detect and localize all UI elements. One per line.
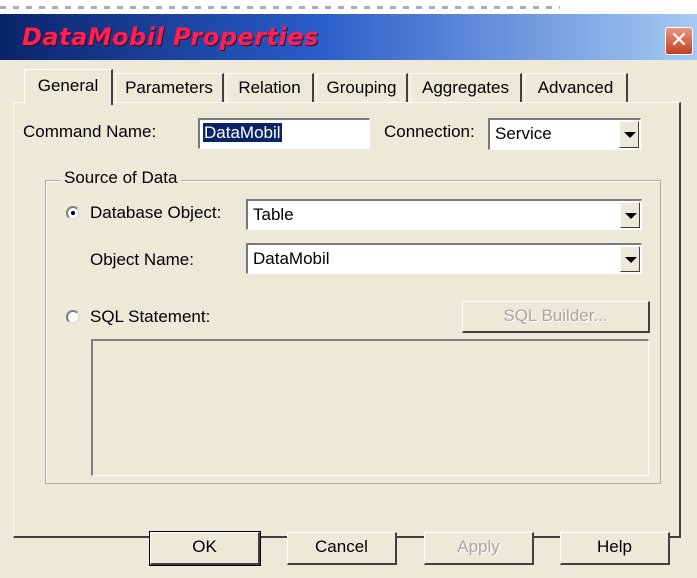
tab-general[interactable]: General bbox=[24, 69, 113, 105]
title-bar[interactable]: DataMobil Properties ✕ bbox=[0, 14, 697, 60]
help-label: Help bbox=[597, 537, 632, 556]
database-object-radio[interactable] bbox=[66, 206, 80, 220]
database-object-label: Database Object: bbox=[90, 203, 222, 222]
ok-label: OK bbox=[192, 537, 217, 556]
tab-parameters-label: Parameters bbox=[125, 78, 213, 97]
background-window-content bbox=[0, 6, 560, 9]
ok-button[interactable]: OK bbox=[149, 531, 261, 566]
source-of-data-legend: Source of Data bbox=[60, 168, 182, 188]
sql-builder-label: SQL Builder... bbox=[503, 306, 608, 325]
chevron-down-icon[interactable] bbox=[620, 202, 640, 228]
tab-relation[interactable]: Relation bbox=[226, 73, 314, 103]
tab-grouping-label: Grouping bbox=[326, 78, 397, 97]
background-window-strip bbox=[0, 0, 697, 14]
connection-select[interactable]: Service bbox=[488, 118, 641, 150]
object-name-value: DataMobil bbox=[253, 249, 330, 268]
tab-aggregates-label: Aggregates bbox=[422, 78, 509, 97]
apply-button[interactable]: Apply bbox=[424, 532, 534, 565]
database-object-value: Table bbox=[253, 205, 294, 224]
window-title: DataMobil Properties bbox=[22, 23, 319, 51]
close-icon: ✕ bbox=[669, 28, 689, 53]
chevron-down-icon[interactable] bbox=[619, 121, 639, 148]
tab-relation-label: Relation bbox=[238, 78, 301, 97]
connection-label: Connection: bbox=[384, 122, 475, 141]
cancel-label: Cancel bbox=[315, 537, 368, 556]
database-object-select[interactable]: Table bbox=[246, 199, 642, 230]
sql-statement-radio[interactable] bbox=[66, 310, 80, 324]
tab-grouping[interactable]: Grouping bbox=[316, 73, 408, 103]
object-name-select[interactable]: DataMobil bbox=[246, 243, 642, 274]
tab-advanced-label: Advanced bbox=[537, 78, 614, 97]
tab-parameters[interactable]: Parameters bbox=[115, 73, 224, 103]
cancel-button[interactable]: Cancel bbox=[287, 532, 397, 565]
sql-statement-textarea[interactable] bbox=[91, 339, 649, 476]
close-button[interactable]: ✕ bbox=[665, 27, 693, 55]
command-name-value: DataMobil bbox=[203, 123, 282, 142]
chevron-down-icon[interactable] bbox=[620, 246, 640, 272]
connection-value: Service bbox=[495, 124, 552, 143]
sql-statement-label: SQL Statement: bbox=[90, 307, 211, 326]
tab-general-label: General bbox=[37, 76, 99, 95]
tab-advanced[interactable]: Advanced bbox=[524, 73, 628, 103]
help-button[interactable]: Help bbox=[560, 532, 670, 565]
tab-aggregates[interactable]: Aggregates bbox=[410, 73, 522, 103]
command-name-input[interactable]: DataMobil bbox=[198, 118, 370, 149]
object-name-label: Object Name: bbox=[90, 250, 194, 269]
sql-builder-button[interactable]: SQL Builder... bbox=[462, 301, 650, 333]
command-name-label: Command Name: bbox=[23, 122, 157, 141]
apply-label: Apply bbox=[457, 537, 500, 556]
